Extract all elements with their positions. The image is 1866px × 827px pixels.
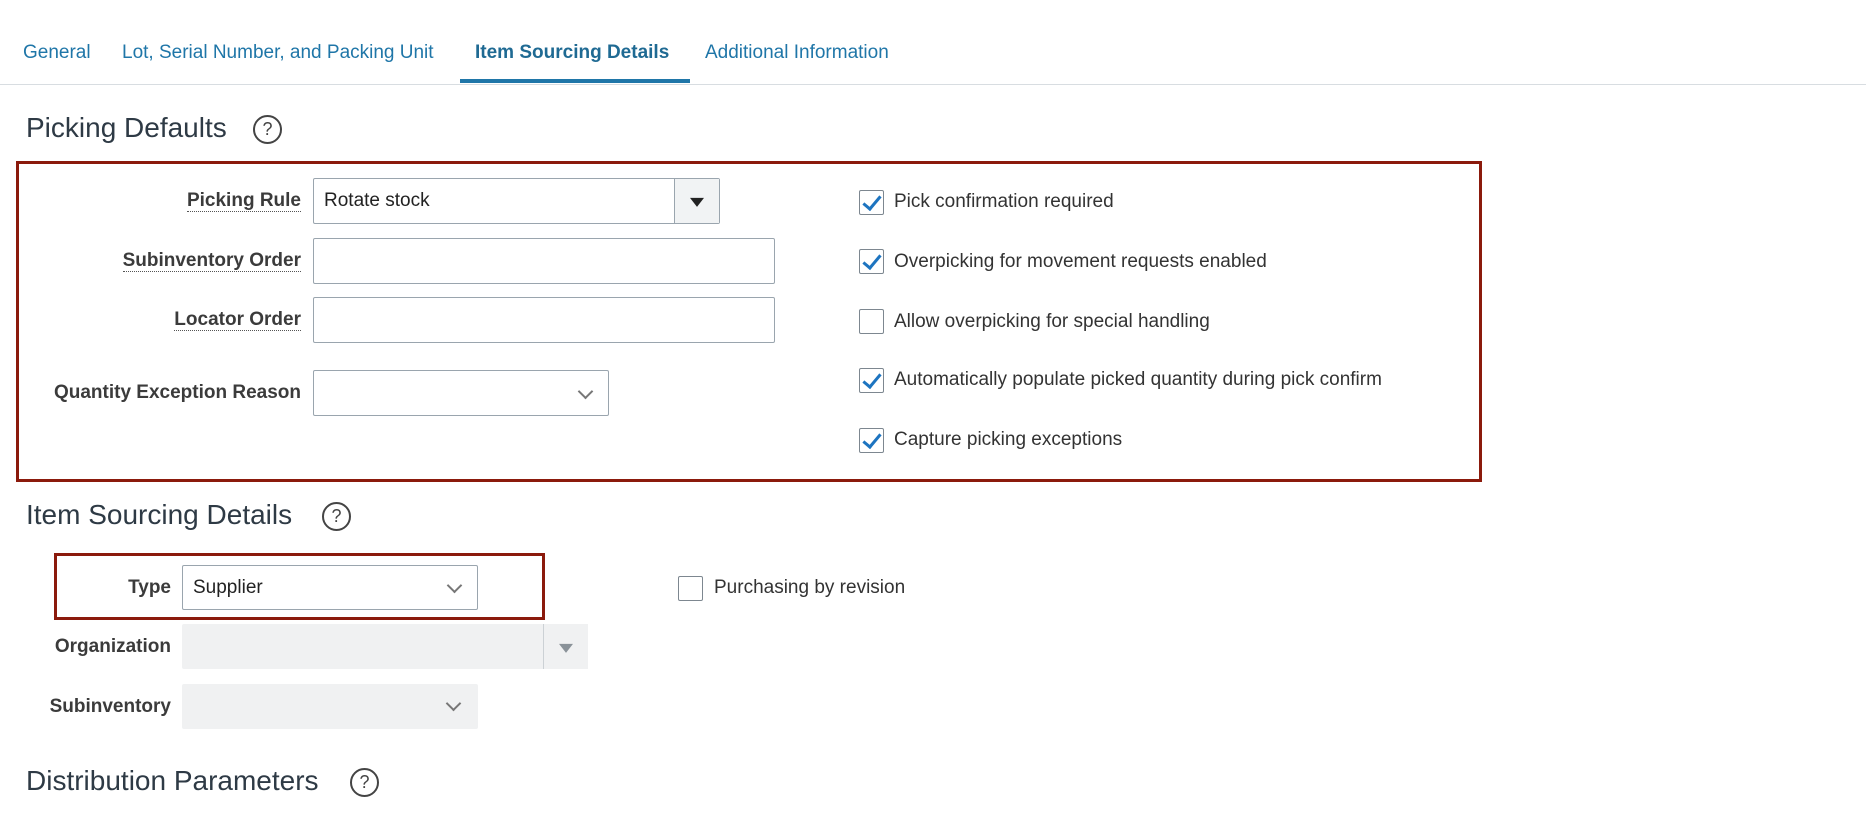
pick-confirmation-checkbox[interactable] — [859, 190, 884, 215]
tab-lot-serial-packing[interactable]: Lot, Serial Number, and Packing Unit — [122, 42, 434, 64]
distribution-parameters-title: Distribution Parameters — [26, 765, 319, 796]
locator-order-label: Locator Order — [174, 309, 301, 331]
overpicking-movement-label: Overpicking for movement requests enable… — [894, 251, 1267, 272]
triangle-down-icon — [690, 197, 704, 207]
quantity-exception-reason-label: Quantity Exception Reason — [53, 382, 301, 403]
triangle-down-icon — [559, 643, 573, 653]
picking-rule-dropdown-button[interactable] — [674, 179, 719, 223]
picking-rule-select[interactable]: Rotate stock — [313, 178, 720, 224]
picking-help-icon[interactable]: ? — [253, 115, 282, 144]
checkmark-icon — [862, 249, 882, 271]
allow-overpicking-special-checkbox[interactable] — [859, 309, 884, 334]
locator-order-input[interactable] — [313, 297, 775, 343]
type-select[interactable]: Supplier — [182, 565, 478, 610]
auto-populate-picked-qty-checkbox[interactable] — [859, 368, 884, 393]
allow-overpicking-special-label: Allow overpicking for special handling — [894, 311, 1210, 332]
picking-rule-label: Picking Rule — [186, 190, 301, 212]
pick-confirmation-label: Pick confirmation required — [894, 191, 1114, 212]
capture-picking-exceptions-label: Capture picking exceptions — [894, 429, 1123, 450]
chevron-down-icon — [446, 577, 463, 594]
organization-label: Organization — [54, 636, 171, 657]
distribution-help-icon[interactable]: ? — [350, 768, 379, 797]
quantity-exception-reason-select[interactable] — [313, 370, 609, 416]
tab-item-sourcing-details[interactable]: Item Sourcing Details — [475, 42, 669, 64]
active-tab-indicator — [460, 79, 690, 83]
subinventory-select[interactable] — [182, 684, 478, 729]
subinventory-order-input[interactable] — [313, 238, 775, 284]
purchasing-by-revision-label: Purchasing by revision — [714, 577, 906, 598]
tab-general[interactable]: General — [23, 42, 91, 64]
organization-select[interactable] — [182, 624, 588, 669]
subinventory-label: Subinventory — [49, 696, 171, 717]
item-sourcing-details-title: Item Sourcing Details — [26, 499, 293, 530]
type-label: Type — [128, 577, 171, 598]
checkmark-icon — [862, 428, 882, 450]
purchasing-by-revision-checkbox[interactable] — [678, 576, 703, 601]
chevron-down-icon — [577, 383, 594, 400]
picking-defaults-title: Picking Defaults — [26, 112, 227, 143]
checkmark-icon — [862, 190, 882, 212]
checkmark-icon — [862, 368, 882, 390]
tab-additional-information[interactable]: Additional Information — [705, 42, 889, 64]
capture-picking-exceptions-checkbox[interactable] — [859, 428, 884, 453]
sourcing-help-icon[interactable]: ? — [322, 502, 351, 531]
subinventory-order-label: Subinventory Order — [122, 250, 301, 272]
overpicking-movement-checkbox[interactable] — [859, 249, 884, 274]
organization-dropdown-button[interactable] — [543, 624, 588, 669]
tab-bar: General Lot, Serial Number, and Packing … — [0, 0, 1866, 85]
auto-populate-picked-qty-label: Automatically populate picked quantity d… — [894, 369, 1382, 390]
chevron-down-icon — [445, 695, 462, 712]
